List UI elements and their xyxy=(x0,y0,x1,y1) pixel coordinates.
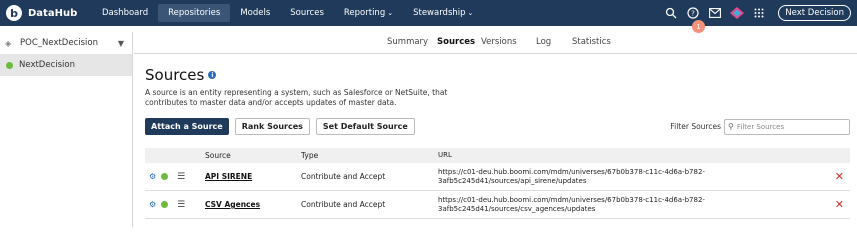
source-type: Contribute and Accept xyxy=(301,172,386,181)
app-name: DataHub xyxy=(28,7,78,19)
tab-log[interactable]: Log xyxy=(536,37,551,47)
apps-grid-icon[interactable] xyxy=(748,0,770,26)
chevron-down-icon: ⌄ xyxy=(467,9,474,17)
header-actions: ? Next Decision xyxy=(660,0,857,26)
environment-name: NextDecision xyxy=(19,60,75,70)
table-row: ⚙ ☰ CSV Agences Contribute and Accept ht… xyxy=(145,191,850,219)
gear-icon[interactable]: ⚙ xyxy=(149,172,156,181)
source-link[interactable]: API SIRENE xyxy=(205,172,252,181)
filter-group: Filter Sources ⚲ Filter Sources xyxy=(670,118,850,135)
mail-icon[interactable] xyxy=(704,0,726,26)
nav-sources[interactable]: Sources xyxy=(280,4,334,22)
sources-table: Source Type URL ⚙ ☰ API SIRENE Contribut… xyxy=(145,148,850,219)
delete-icon[interactable]: ✕ xyxy=(835,170,844,183)
attach-source-button[interactable]: Attach a Source xyxy=(145,118,229,135)
gear-icon[interactable]: ⚙ xyxy=(149,200,156,209)
svg-text:?: ? xyxy=(691,10,695,18)
tab-summary[interactable]: Summary xyxy=(387,37,428,47)
boomi-logo-icon: b xyxy=(6,5,22,21)
menu-icon[interactable]: ☰ xyxy=(177,172,185,182)
tab-sources[interactable]: Sources xyxy=(437,37,475,47)
rank-sources-button[interactable]: Rank Sources xyxy=(234,118,310,135)
filter-placeholder: Filter Sources xyxy=(736,122,785,131)
table-header: Source Type URL xyxy=(145,148,850,163)
set-default-source-button[interactable]: Set Default Source xyxy=(315,118,415,135)
column-header-type[interactable]: Type xyxy=(301,151,438,160)
status-dot-icon xyxy=(161,201,169,208)
column-header-url[interactable]: URL xyxy=(438,151,728,160)
sidebar-item-environment[interactable]: NextDecision xyxy=(0,54,132,76)
menu-icon[interactable]: ☰ xyxy=(177,200,185,210)
account-button[interactable]: Next Decision xyxy=(778,5,851,21)
status-dot-icon xyxy=(6,61,13,69)
chevron-down-icon: ⌄ xyxy=(387,9,394,17)
main-content: Sources i A source is an entity represen… xyxy=(145,66,850,135)
source-type: Contribute and Accept xyxy=(301,200,386,209)
top-navigation-bar: b DataHub Dashboard Repositories Models … xyxy=(0,0,857,26)
brand[interactable]: b DataHub xyxy=(6,5,92,21)
info-icon[interactable]: i xyxy=(208,71,217,79)
repository-name: POC_NextDecision xyxy=(20,38,98,48)
table-row: ⚙ ☰ API SIRENE Contribute and Accept htt… xyxy=(145,163,850,191)
source-url: https://c01-deu.hub.boomi.com/mdm/univer… xyxy=(438,195,705,213)
layers-icon: ◈ xyxy=(5,38,12,48)
search-icon[interactable] xyxy=(660,0,682,26)
delete-icon[interactable]: ✕ xyxy=(835,198,844,211)
source-link[interactable]: CSV Agences xyxy=(205,200,260,209)
page-description: A source is an entity representing a sys… xyxy=(145,88,448,107)
action-bar: Attach a Source Rank Sources Set Default… xyxy=(145,118,850,135)
nav-repositories[interactable]: Repositories xyxy=(158,4,231,22)
dropdown-arrow-icon: ▼ xyxy=(117,38,124,48)
source-url: https://c01-deu.hub.boomi.com/mdm/univer… xyxy=(438,167,705,185)
repository-selector[interactable]: ◈ POC_NextDecision ▼ xyxy=(0,32,132,54)
active-tab-indicator xyxy=(431,20,475,22)
filter-label: Filter Sources xyxy=(670,122,721,131)
search-icon: ⚲ xyxy=(728,122,734,131)
repository-tabs: Summary Sources Versions Log Statistics xyxy=(134,32,857,54)
filter-sources-input[interactable]: ⚲ Filter Sources xyxy=(724,118,850,135)
nav-dashboard[interactable]: Dashboard xyxy=(92,4,158,22)
page-title: Sources i xyxy=(145,66,850,84)
tab-statistics[interactable]: Statistics xyxy=(572,37,611,47)
integration-logo-icon[interactable] xyxy=(726,0,748,26)
main-nav: Dashboard Repositories Models Sources Re… xyxy=(92,0,483,26)
nav-models[interactable]: Models xyxy=(230,4,280,22)
tab-versions[interactable]: Versions xyxy=(481,37,517,47)
nav-reporting[interactable]: Reporting ⌄ xyxy=(334,4,403,22)
column-header-source[interactable]: Source xyxy=(205,151,301,160)
sidebar: ◈ POC_NextDecision ▼ NextDecision xyxy=(0,32,133,227)
status-dot-icon xyxy=(161,173,169,180)
